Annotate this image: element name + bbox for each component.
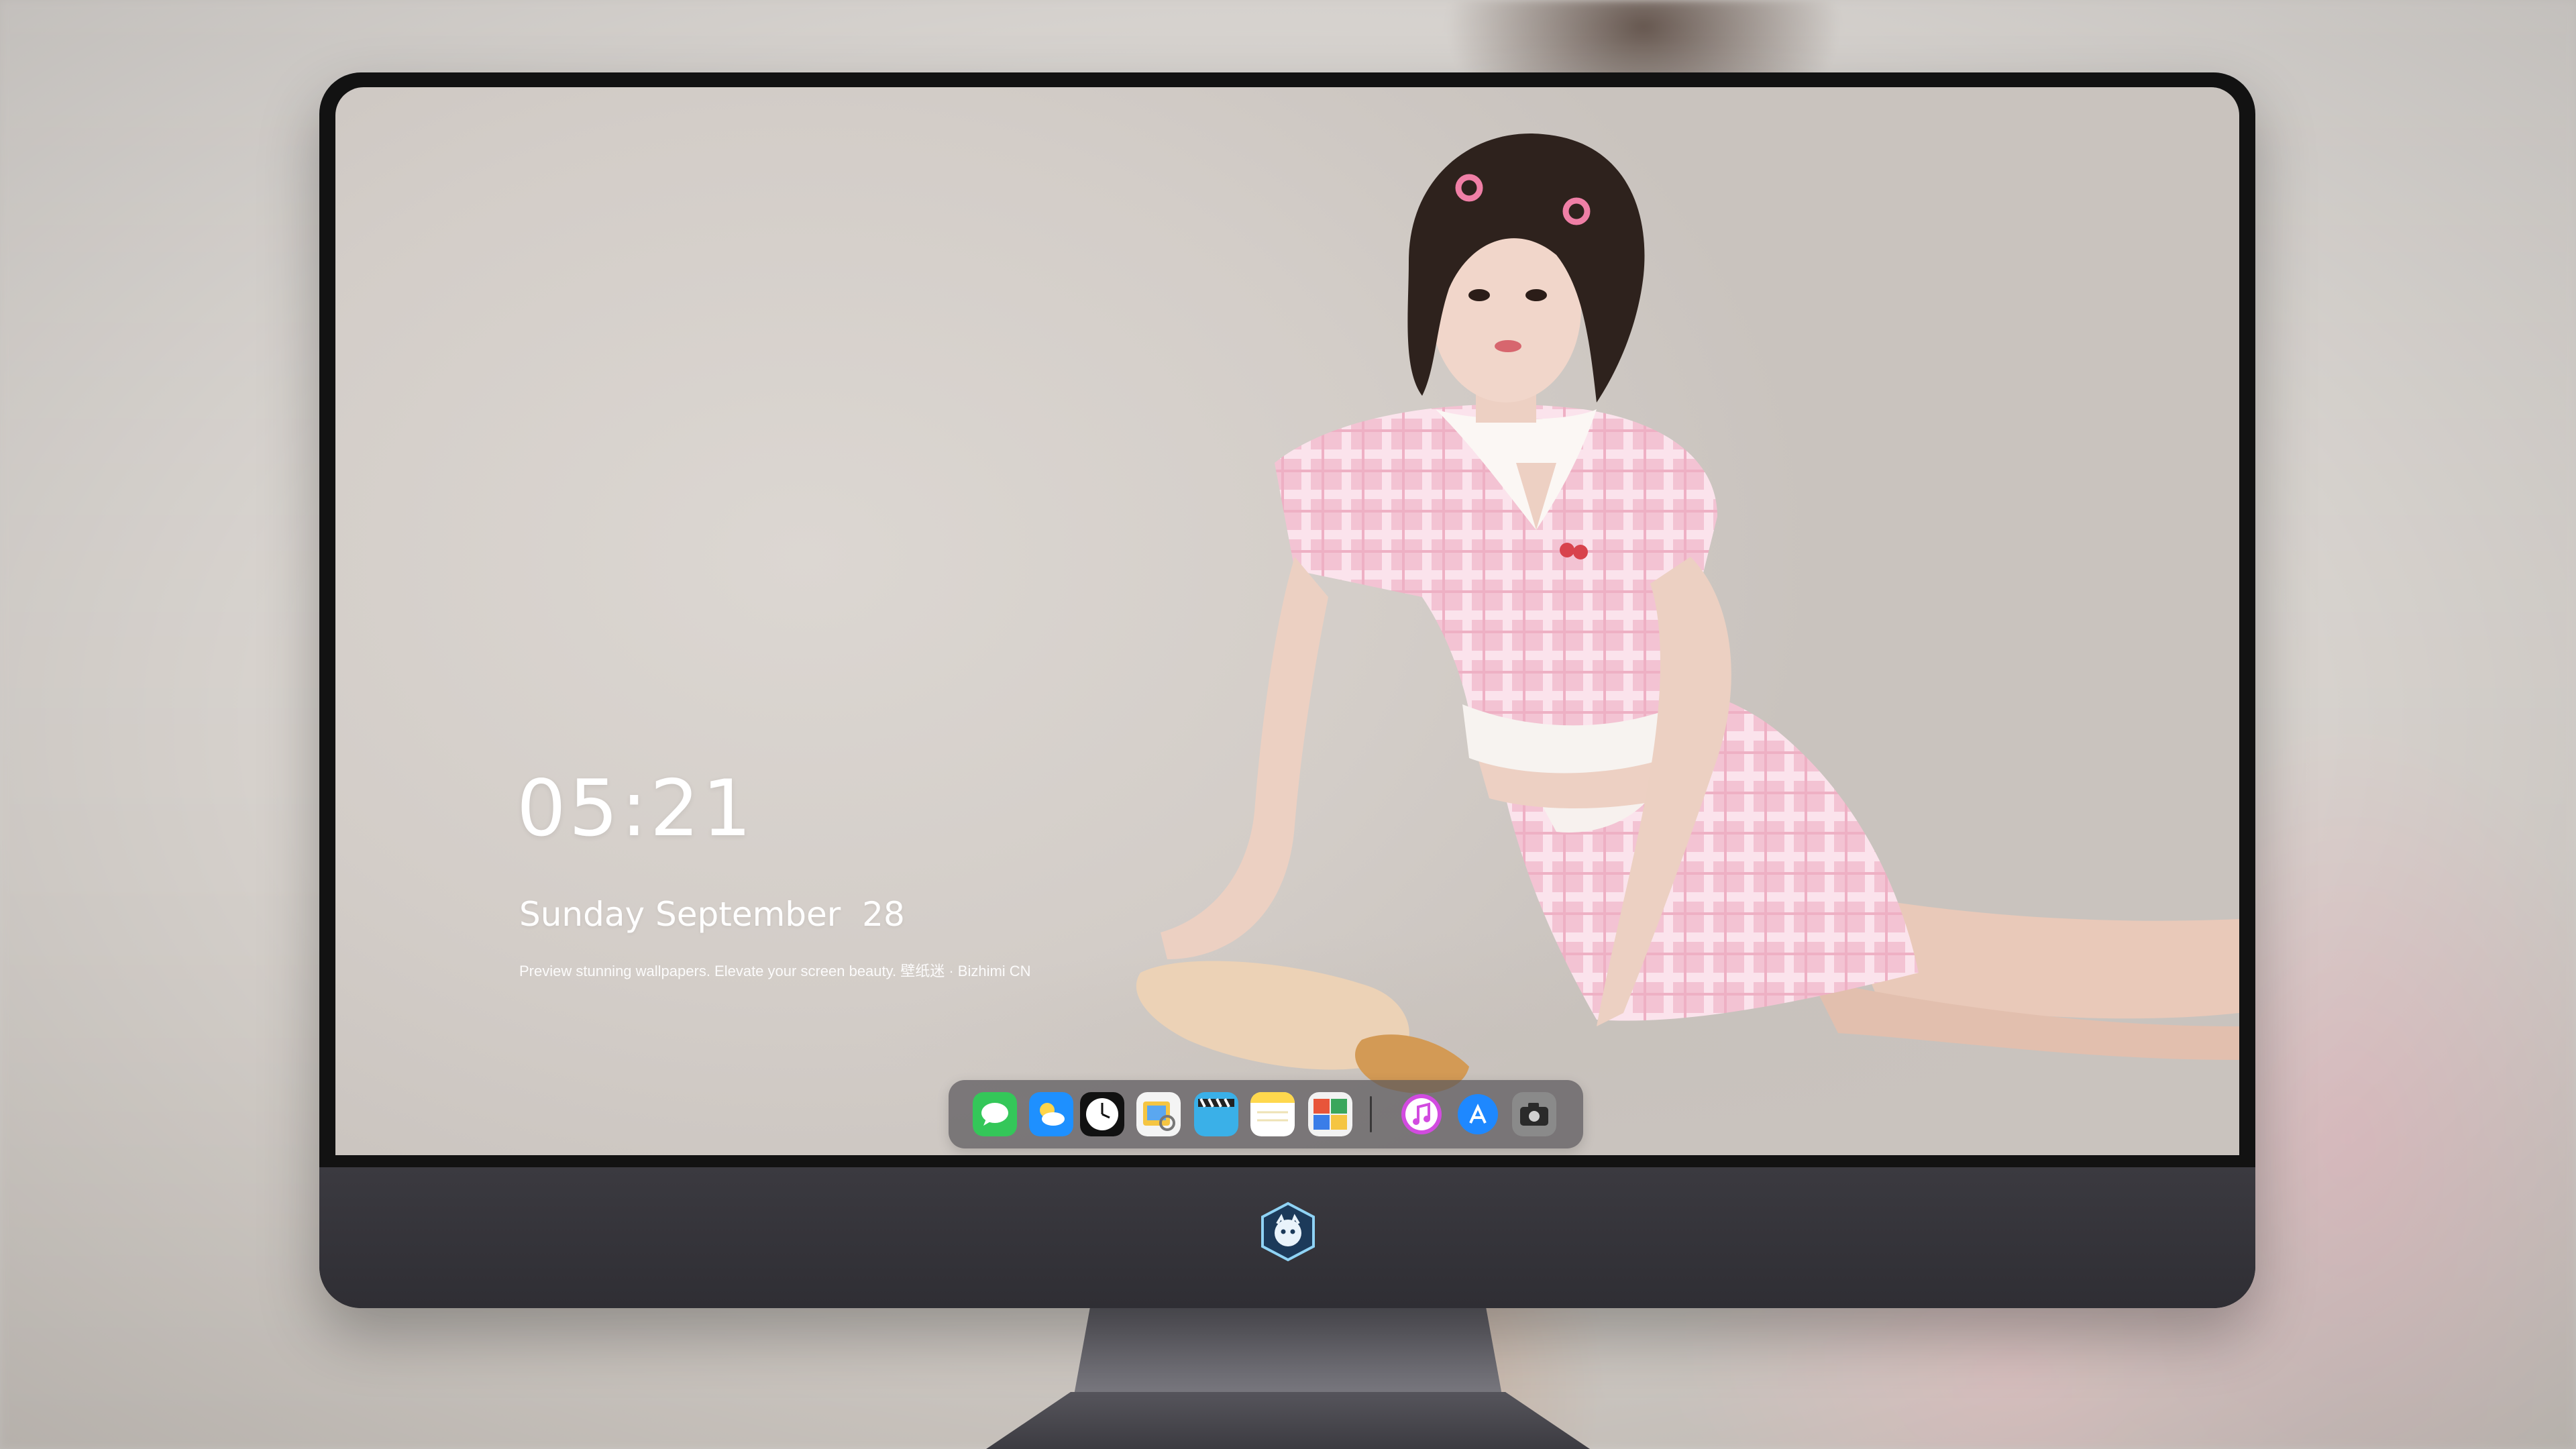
clock-icon[interactable] — [1080, 1092, 1124, 1136]
camera-icon[interactable] — [1512, 1092, 1556, 1136]
preview-icon[interactable] — [1136, 1092, 1181, 1136]
monitor: 05:21 Sunday September 28 Preview stunni… — [319, 72, 2255, 1308]
clips-icon[interactable] — [1194, 1092, 1238, 1136]
monitor-stand-base — [986, 1392, 1590, 1449]
weather-icon[interactable] — [1029, 1092, 1073, 1136]
monitor-stand-neck — [1073, 1305, 1503, 1399]
lockscreen-time: 05:21 — [517, 763, 755, 854]
lockscreen-date: Sunday September 28 — [519, 895, 905, 934]
wallpaper-figure — [872, 133, 2239, 1147]
desktop-scene: 05:21 Sunday September 28 Preview stunni… — [0, 0, 2576, 1449]
photo-booth-icon[interactable] — [1308, 1092, 1352, 1136]
dock-separator — [1370, 1096, 1372, 1132]
notes-icon[interactable] — [1250, 1092, 1295, 1136]
app-store-icon[interactable] — [1456, 1092, 1500, 1136]
screen-wallpaper: 05:21 Sunday September 28 Preview stunni… — [335, 87, 2239, 1155]
messages-icon[interactable] — [973, 1092, 1017, 1136]
itunes-icon[interactable] — [1399, 1092, 1444, 1136]
wallpaper-caption: Preview stunning wallpapers. Elevate you… — [519, 963, 1031, 979]
brand-logo-icon — [1261, 1201, 1315, 1262]
dock — [949, 1080, 1583, 1148]
